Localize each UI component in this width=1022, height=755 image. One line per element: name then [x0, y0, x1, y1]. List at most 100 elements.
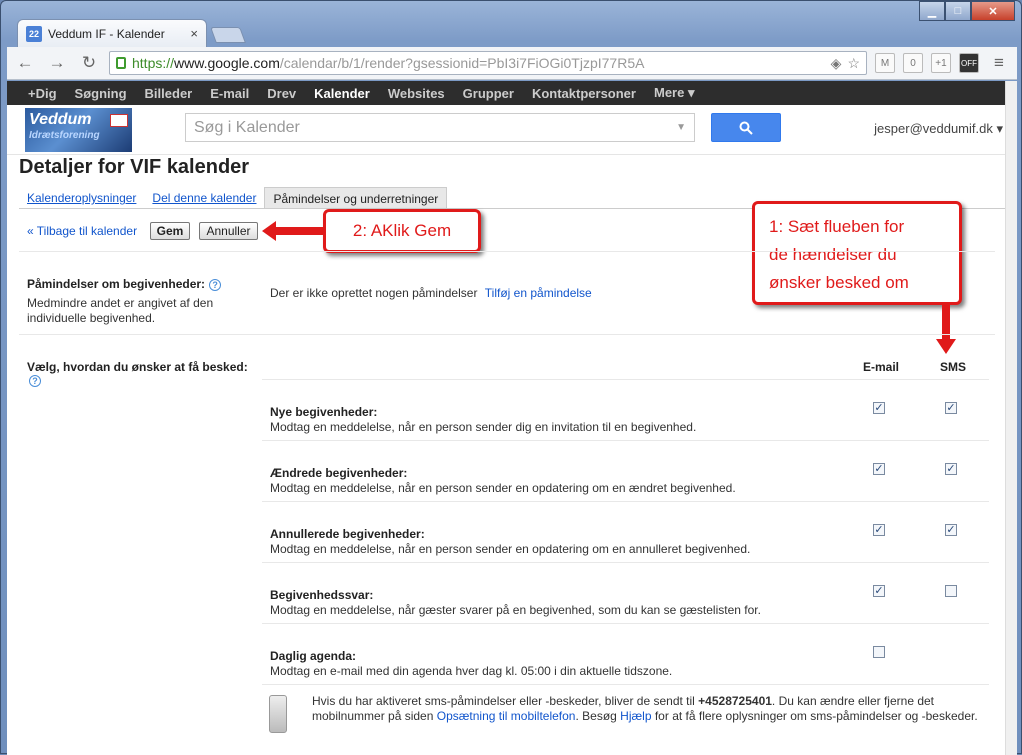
menu-icon[interactable]: ≡: [987, 51, 1011, 75]
cancel-button[interactable]: Annuller: [199, 222, 258, 240]
back-arrow-icon[interactable]: ←: [13, 51, 37, 75]
mobile-setup-link[interactable]: Opsætning til mobiltelefon: [437, 709, 576, 723]
callout-step-2: 2: AKlik Gem: [323, 209, 481, 253]
notification-title: Nye begivenheder:: [270, 405, 378, 419]
email-checkbox[interactable]: ✓: [873, 585, 885, 597]
tab-reminders-notifications[interactable]: Påmindelser og underretninger: [264, 187, 448, 208]
divider: [19, 334, 995, 335]
sms-info-text: Hvis du har aktiveret sms-påmindelser el…: [312, 694, 1002, 724]
gbar-item[interactable]: E-mail: [201, 86, 258, 101]
tab-title: Veddum IF - Kalender: [48, 26, 165, 41]
close-window-icon[interactable]: ✕: [971, 1, 1015, 21]
page-title: Detaljer for VIF kalender: [19, 156, 250, 178]
off-extension-icon[interactable]: OFF: [959, 53, 979, 73]
sms-checkbox[interactable]: ✓: [945, 402, 957, 414]
browser-window: 22 Veddum IF - Kalender × ▁ □ ✕ ← → ↻ ht…: [0, 0, 1022, 755]
gbar-item[interactable]: Kalender: [305, 86, 379, 101]
notification-title: Annullerede begivenheder:: [270, 527, 425, 541]
url-host: www.google.com: [174, 55, 280, 71]
help-icon[interactable]: ?: [29, 375, 41, 387]
sms-info-part-1: Hvis du har aktiveret sms-påmindelser el…: [312, 694, 699, 708]
email-checkbox[interactable]: [873, 646, 885, 658]
help-link[interactable]: Hjælp: [620, 709, 651, 723]
gbar-item[interactable]: Websites: [379, 86, 454, 101]
phone-number: +4528725401: [698, 694, 772, 708]
gbar-item[interactable]: Mere ▾: [645, 85, 704, 101]
gbar-item[interactable]: Søgning: [66, 86, 136, 101]
sms-checkbox[interactable]: ✓: [945, 524, 957, 536]
reminders-desc-line-1: Medmindre andet er angivet af den: [27, 296, 214, 310]
google-bar: +Dig Søgning Billeder E-mail Drev Kalender Web…: [7, 81, 1017, 105]
new-tab-button[interactable]: [210, 27, 246, 43]
tab-calendar-details[interactable]: Kalenderoplysninger: [19, 187, 144, 208]
calendar-header: Veddum Idrætsforening Søg i Kalender ▼ j…: [7, 105, 1017, 155]
reminders-desc-line-2: individuelle begivenhed.: [27, 311, 156, 325]
notification-title: Begivenhedssvar:: [270, 588, 374, 602]
tab-share-calendar[interactable]: Del denne kalender: [144, 187, 264, 208]
google-plus-extension-icon[interactable]: +1: [931, 53, 951, 73]
gbar-item[interactable]: Grupper: [454, 86, 523, 101]
gbar-item[interactable]: Kontaktpersoner: [523, 86, 645, 101]
notification-description: Modtag en meddelelse, når gæster svarer …: [270, 603, 761, 617]
notify-label: Vælg, hvordan du ønsker at få besked:: [27, 360, 248, 374]
email-checkbox[interactable]: ✓: [873, 524, 885, 536]
window-controls: ▁ □ ✕: [919, 1, 1015, 21]
search-icon: [739, 121, 753, 135]
user-account[interactable]: jesper@veddumif.dk ▾: [874, 121, 1003, 137]
reminders-label: Påmindelser om begivenheder:?: [27, 277, 222, 291]
email-checkbox[interactable]: ✓: [873, 463, 885, 475]
notification-description: Modtag en meddelelse, når en person send…: [270, 542, 751, 556]
add-reminder-link[interactable]: Tilføj en påmindelse: [485, 286, 592, 300]
logo-text: Veddum: [29, 111, 92, 128]
sms-info-part-3: . Besøg: [575, 709, 621, 723]
browser-toolbar: ← → ↻ https://www.google.com/calendar/b/…: [7, 47, 1017, 80]
save-button[interactable]: Gem: [150, 222, 190, 240]
no-reminders-text: Der er ikke oprettet nogen påmindelser T…: [270, 286, 592, 301]
callout-step-1: 1: Sæt flueben for de hændelser du ønske…: [752, 201, 962, 305]
search-button[interactable]: [711, 113, 781, 142]
address-bar[interactable]: https://www.google.com/calendar/b/1/rend…: [109, 51, 867, 75]
reminders-label-text: Påmindelser om begivenheder:: [27, 277, 206, 291]
notification-title: Daglig agenda:: [270, 649, 357, 663]
url-text: https://www.google.com/calendar/b/1/rend…: [132, 55, 644, 71]
reminders-description: Medmindre andet er angivet af den indivi…: [27, 296, 213, 326]
email-checkbox[interactable]: ✓: [873, 402, 885, 414]
search-input[interactable]: Søg i Kalender ▼: [185, 113, 695, 142]
close-tab-icon[interactable]: ×: [190, 26, 198, 41]
gbar-item[interactable]: Drev: [258, 86, 305, 101]
page-content: +Dig Søgning Billeder E-mail Drev Kalender Web…: [7, 81, 1017, 755]
reload-icon[interactable]: ↻: [77, 51, 101, 75]
callout-arrow-down-icon: [936, 305, 956, 354]
sms-info-part-4: for at få flere oplysninger om sms-påmin…: [651, 709, 978, 723]
callout-step-1-line-2: de hændelser du: [769, 245, 897, 264]
maximize-icon[interactable]: □: [945, 1, 971, 21]
notification-title: Ændrede begivenheder:: [270, 466, 408, 480]
callout-arrow-left-icon: [262, 221, 326, 241]
no-reminders-label: Der er ikke oprettet nogen påmindelser: [270, 286, 478, 300]
sms-checkbox[interactable]: ✓: [945, 463, 957, 475]
sms-checkbox[interactable]: [945, 585, 957, 597]
url-path: /calendar/b/1/render?gsessionid=PbI3i7Fi…: [279, 55, 645, 71]
mobile-phone-icon: [269, 695, 287, 733]
extension-badge[interactable]: 0: [903, 53, 923, 73]
notification-description: Modtag en meddelelse, når en person send…: [270, 420, 697, 434]
page-action-icon[interactable]: ◈: [831, 55, 842, 72]
gbar-item[interactable]: +Dig: [19, 86, 66, 101]
lock-icon: [116, 57, 126, 69]
gbar-item[interactable]: Billeder: [136, 86, 202, 101]
callout-step-2-text: 2: AKlik Gem: [352, 221, 452, 240]
calendar-favicon-icon: 22: [26, 25, 42, 42]
scrollbar[interactable]: [1005, 81, 1017, 755]
help-icon[interactable]: ?: [209, 279, 222, 291]
gmail-extension-icon[interactable]: M: [875, 53, 895, 73]
minimize-icon[interactable]: ▁: [919, 1, 945, 21]
callout-step-1-line-3: ønsker besked om: [769, 273, 909, 292]
divider: [19, 251, 995, 252]
chevron-down-icon[interactable]: ▼: [676, 122, 686, 133]
bookmark-star-icon[interactable]: ☆: [847, 55, 860, 72]
browser-tab[interactable]: 22 Veddum IF - Kalender ×: [17, 19, 207, 47]
forward-arrow-icon[interactable]: →: [45, 51, 69, 75]
veddum-logo[interactable]: Veddum Idrætsforening: [25, 108, 132, 152]
logo-subtext: Idrætsforening: [29, 130, 100, 141]
back-to-calendar-link[interactable]: « Tilbage til kalender: [27, 224, 137, 238]
